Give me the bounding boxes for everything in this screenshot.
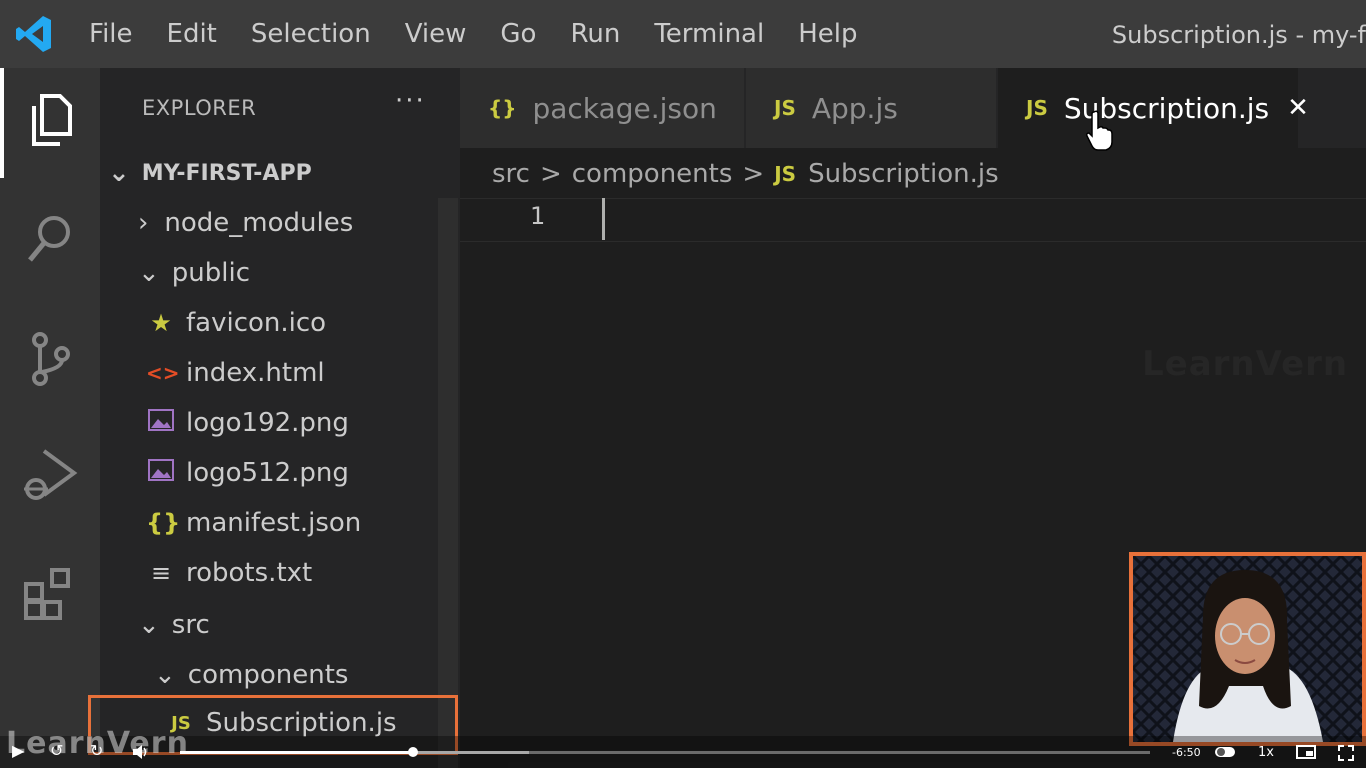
fullscreen-icon[interactable] bbox=[1338, 745, 1354, 761]
tab-package-json[interactable]: {} package.json bbox=[460, 68, 744, 148]
progress-fill bbox=[180, 751, 413, 754]
chevron-down-icon: ⌄ bbox=[154, 660, 176, 690]
toggle-icon[interactable] bbox=[1214, 745, 1236, 759]
tree-item-label: node_modules bbox=[164, 208, 354, 238]
tree-item-label: logo192.png bbox=[186, 408, 349, 438]
chevron-right-icon: > bbox=[742, 159, 765, 189]
breadcrumb: src > components > JS Subscription.js bbox=[492, 152, 999, 196]
js-icon: JS bbox=[1026, 96, 1048, 120]
volume-icon[interactable] bbox=[132, 744, 150, 760]
json-icon: {} bbox=[146, 509, 181, 537]
explorer-header: EXPLORER bbox=[142, 96, 257, 120]
tree-item-logo512[interactable]: logo512.png bbox=[146, 448, 486, 498]
rewind-icon[interactable]: ↺ bbox=[50, 741, 63, 760]
activity-bar bbox=[0, 68, 100, 768]
menu-view[interactable]: View bbox=[388, 0, 484, 68]
tree-item-node-modules[interactable]: › node_modules bbox=[138, 198, 478, 248]
presenter-webcam bbox=[1129, 552, 1366, 746]
hand-cursor-icon bbox=[1086, 110, 1113, 151]
tree-item-logo192[interactable]: logo192.png bbox=[146, 398, 486, 448]
tree-item-robots[interactable]: ≡ robots.txt bbox=[146, 548, 486, 598]
breadcrumb-src[interactable]: src bbox=[492, 159, 530, 189]
chevron-right-icon: > bbox=[539, 159, 562, 189]
root-folder-label: MY-FIRST-APP bbox=[141, 160, 312, 186]
tree-item-label: logo512.png bbox=[186, 458, 349, 488]
tree-item-label: robots.txt bbox=[186, 558, 313, 588]
tree-item-label: public bbox=[171, 258, 251, 288]
forward-icon[interactable]: ↻ bbox=[90, 741, 103, 760]
watermark: LearnVern bbox=[1142, 344, 1349, 384]
image-icon bbox=[146, 409, 176, 437]
active-indicator bbox=[0, 68, 4, 178]
time-remaining: -6:50 bbox=[1172, 746, 1201, 759]
tree-item-public[interactable]: ⌄ public bbox=[138, 248, 478, 298]
chevron-down-icon: ⌄ bbox=[138, 258, 160, 288]
menu-go[interactable]: Go bbox=[483, 0, 553, 68]
run-debug-icon[interactable] bbox=[20, 445, 80, 505]
title-bar: File Edit Selection View Go Run Terminal… bbox=[0, 0, 1366, 68]
chevron-down-icon: ⌄ bbox=[138, 610, 160, 640]
editor-tabs: {} package.json JS App.js JS Subscriptio… bbox=[460, 68, 1366, 148]
search-icon[interactable] bbox=[20, 208, 80, 268]
window-title: Subscription.js - my-f bbox=[1111, 21, 1366, 49]
breadcrumb-file[interactable]: Subscription.js bbox=[808, 159, 999, 189]
tree-item-label: src bbox=[171, 610, 210, 640]
vscode-logo-icon bbox=[16, 16, 51, 52]
menu: File Edit Selection View Go Run Terminal… bbox=[72, 0, 875, 68]
extensions-icon[interactable] bbox=[20, 564, 80, 624]
menu-file[interactable]: File bbox=[72, 0, 150, 68]
chevron-down-icon: ⌄ bbox=[108, 158, 130, 188]
menu-run[interactable]: Run bbox=[553, 0, 637, 68]
tree-item-label: manifest.json bbox=[186, 508, 362, 538]
play-icon[interactable]: ▶ bbox=[12, 741, 24, 760]
tree-item-manifest[interactable]: {} manifest.json bbox=[146, 498, 486, 548]
tree-item-label: favicon.ico bbox=[186, 308, 327, 338]
menu-selection[interactable]: Selection bbox=[234, 0, 388, 68]
star-icon: ★ bbox=[150, 309, 172, 337]
tab-label: package.json bbox=[532, 91, 717, 125]
tab-app-js[interactable]: JS App.js bbox=[746, 68, 996, 148]
js-icon: JS bbox=[774, 96, 796, 120]
tree-item-favicon[interactable]: ★ favicon.ico bbox=[146, 298, 486, 348]
current-line-highlight[interactable] bbox=[460, 198, 1366, 242]
more-actions-button[interactable]: ··· bbox=[395, 86, 426, 116]
tab-subscription-js[interactable]: JS Subscription.js ✕ bbox=[998, 68, 1309, 148]
js-icon: JS bbox=[774, 162, 797, 186]
tree-item-label: components bbox=[187, 660, 349, 690]
source-control-icon[interactable] bbox=[20, 328, 80, 388]
json-icon: {} bbox=[488, 96, 517, 120]
presenter-image bbox=[1133, 556, 1362, 742]
menu-help[interactable]: Help bbox=[781, 0, 874, 68]
text-file-icon: ≡ bbox=[150, 559, 172, 587]
line-number: 1 bbox=[530, 202, 546, 230]
progress-handle[interactable] bbox=[407, 747, 418, 757]
playback-speed[interactable]: 1x bbox=[1258, 745, 1274, 760]
tree-item-label: index.html bbox=[186, 358, 325, 388]
files-icon[interactable] bbox=[20, 90, 80, 150]
tree-item-index-html[interactable]: <> index.html bbox=[146, 348, 486, 398]
explorer-root-folder[interactable]: ⌄ MY-FIRST-APP bbox=[108, 148, 448, 198]
chevron-right-icon: › bbox=[138, 208, 149, 238]
picture-in-picture-icon[interactable] bbox=[1296, 745, 1316, 759]
tree-item-src[interactable]: ⌄ src bbox=[138, 600, 478, 650]
explorer-sidebar: EXPLORER ··· ⌄ MY-FIRST-APP › node_modul… bbox=[100, 68, 460, 768]
tab-label: App.js bbox=[811, 91, 898, 125]
breadcrumb-components[interactable]: components bbox=[572, 159, 733, 189]
text-cursor bbox=[602, 198, 605, 240]
tree-item-components[interactable]: ⌄ components bbox=[154, 650, 494, 700]
menu-edit[interactable]: Edit bbox=[150, 0, 234, 68]
html-icon: <> bbox=[146, 361, 180, 385]
close-icon[interactable]: ✕ bbox=[1287, 93, 1309, 123]
menu-terminal[interactable]: Terminal bbox=[637, 0, 781, 68]
image-icon bbox=[146, 459, 176, 487]
